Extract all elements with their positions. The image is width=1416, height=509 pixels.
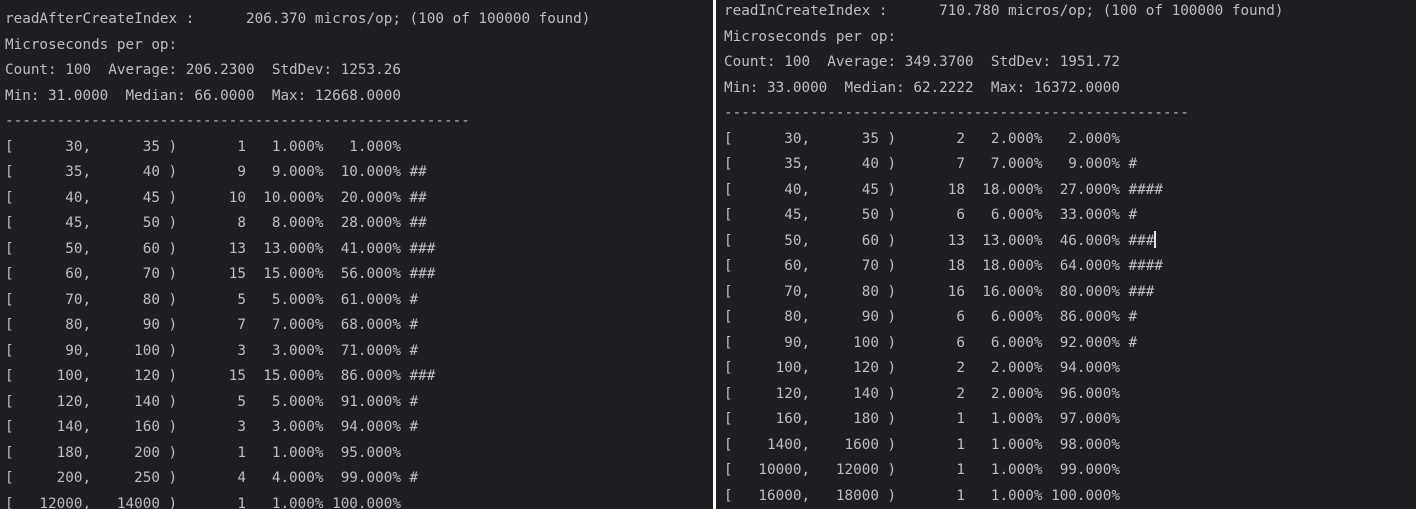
histogram-row: [ 40, 45 ) 10 10.000% 20.000% ##	[5, 189, 427, 206]
histogram-row-with-cursor: [ 50, 60 ) 13 13.000% 46.000% ###	[724, 229, 1416, 255]
histogram-row: [ 35, 40 ) 7 7.000% 9.000% #	[724, 156, 1138, 172]
right-terminal-output[interactable]: readInCreateIndex : 710.780 micros/op; (…	[716, 0, 1416, 509]
left-output-text: readAfterCreateIndex : 206.370 micros/op…	[0, 0, 713, 509]
histogram-row: [ 80, 90 ) 6 6.000% 86.000% #	[724, 309, 1138, 325]
histogram-row: [ 100, 120 ) 2 2.000% 94.000%	[724, 360, 1120, 376]
histogram-row: [ 120, 140 ) 2 2.000% 96.000%	[724, 385, 1120, 402]
stats-min-line: Min: 33.0000 Median: 62.2222 Max: 16372.…	[724, 79, 1120, 96]
right-output-text: readInCreateIndex : 710.780 micros/op; (…	[716, 0, 1416, 509]
histogram-row: [ 160, 180 ) 1 1.000% 97.000%	[724, 411, 1120, 427]
histogram-row: [ 16000, 18000 ) 1 1.000% 100.000%	[724, 487, 1120, 504]
histogram-title-line: Microseconds per op:	[5, 36, 178, 53]
separator-line: ----------------------------------------…	[5, 113, 470, 129]
histogram-row: [ 100, 120 ) 15 15.000% 86.000% ###	[5, 368, 436, 384]
histogram-row: [ 120, 140 ) 5 5.000% 91.000% #	[5, 393, 419, 410]
histogram-row: [ 60, 70 ) 18 18.000% 64.000% ####	[724, 258, 1163, 274]
histogram-row: [ 1400, 1600 ) 1 1.000% 98.000%	[724, 436, 1120, 453]
histogram-row: [ 30, 35 ) 1 1.000% 1.000%	[5, 138, 401, 155]
histogram-row-text: [ 50, 60 ) 13 13.000% 46.000% ###	[724, 232, 1155, 249]
split-terminal-view: readAfterCreateIndex : 206.370 micros/op…	[0, 0, 1416, 509]
histogram-title-line: Microseconds per op:	[724, 28, 897, 45]
histogram-row: [ 90, 100 ) 3 3.000% 71.000% #	[5, 342, 419, 359]
histogram-row: [ 45, 50 ) 6 6.000% 33.000% #	[724, 207, 1138, 223]
histogram-row: [ 80, 90 ) 7 7.000% 68.000% #	[5, 317, 419, 333]
histogram-row: [ 70, 80 ) 16 16.000% 80.000% ###	[724, 283, 1155, 300]
histogram-row: [ 200, 250 ) 4 4.000% 99.000% #	[5, 470, 419, 486]
histogram-row: [ 45, 50 ) 8 8.000% 28.000% ##	[5, 215, 427, 231]
histogram-row: [ 40, 45 ) 18 18.000% 27.000% ####	[724, 181, 1163, 198]
histogram-row: [ 30, 35 ) 2 2.000% 2.000%	[724, 130, 1120, 147]
benchmark-result-line: readAfterCreateIndex : 206.370 micros/op…	[5, 11, 591, 27]
histogram-row: [ 12000, 14000 ) 1 1.000% 100.000%	[5, 495, 401, 509]
left-terminal-output[interactable]: readAfterCreateIndex : 206.370 micros/op…	[0, 0, 713, 509]
text-cursor	[1154, 230, 1157, 248]
histogram-row: [ 180, 200 ) 1 1.000% 95.000%	[5, 444, 401, 461]
stats-count-line: Count: 100 Average: 349.3700 StdDev: 195…	[724, 54, 1120, 70]
histogram-row: [ 10000, 12000 ) 1 1.000% 99.000%	[724, 462, 1120, 478]
histogram-row: [ 35, 40 ) 9 9.000% 10.000% ##	[5, 164, 427, 180]
stats-min-line: Min: 31.0000 Median: 66.0000 Max: 12668.…	[5, 87, 401, 104]
separator-line: ----------------------------------------…	[724, 105, 1189, 121]
histogram-row: [ 70, 80 ) 5 5.000% 61.000% #	[5, 291, 419, 308]
histogram-row: [ 90, 100 ) 6 6.000% 92.000% #	[724, 334, 1138, 351]
histogram-row: [ 50, 60 ) 13 13.000% 41.000% ###	[5, 240, 436, 257]
histogram-row: [ 140, 160 ) 3 3.000% 94.000% #	[5, 419, 419, 435]
stats-count-line: Count: 100 Average: 206.2300 StdDev: 125…	[5, 62, 401, 78]
histogram-row: [ 60, 70 ) 15 15.000% 56.000% ###	[5, 266, 436, 282]
benchmark-result-line: readInCreateIndex : 710.780 micros/op; (…	[724, 3, 1284, 19]
